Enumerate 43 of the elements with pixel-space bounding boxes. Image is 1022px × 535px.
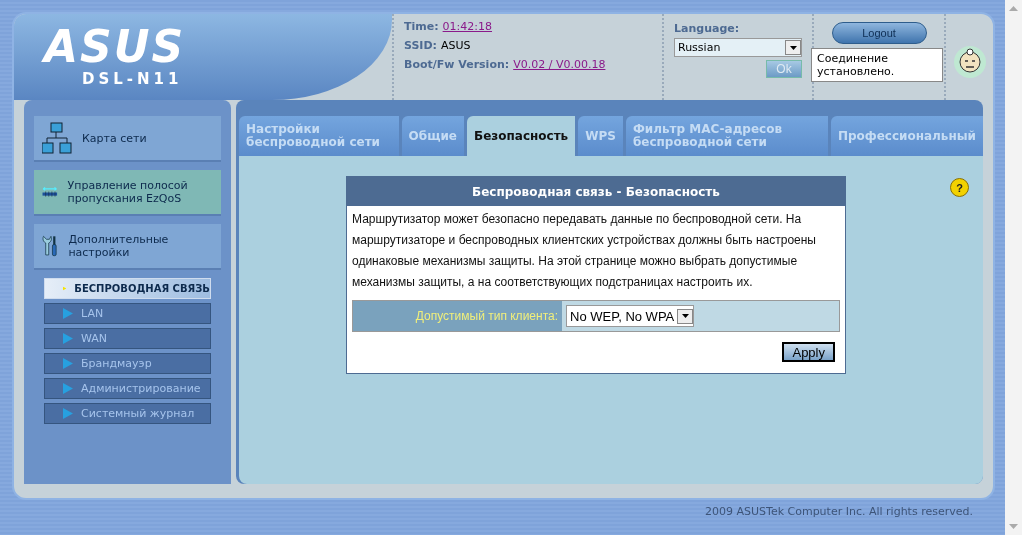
time-label: Time: [404, 20, 439, 33]
client-type-select[interactable]: No WEP, No WPA [566, 305, 695, 327]
status-bubble: Соединение установлено. [811, 48, 943, 82]
ssid-label: SSID: [404, 39, 437, 52]
submenu-item[interactable]: Системный журнал [44, 403, 211, 424]
triangle-icon [63, 333, 73, 344]
submenu-item[interactable]: WAN [44, 328, 211, 349]
tab[interactable]: Настройки беспроводной сети [239, 116, 399, 156]
copyright-text: 2009 ASUSTek Computer Inc. All rights reserved. [704, 504, 974, 520]
scroll-down-icon[interactable] [1009, 524, 1018, 529]
submenu-item[interactable]: Брандмауэр [44, 353, 211, 374]
version-link[interactable]: V0.02 / V0.00.18 [513, 58, 606, 71]
field-label: Допустимый тип клиента: [353, 301, 562, 331]
tab[interactable]: Фильтр MAC-адресов беспроводной сети [625, 116, 828, 156]
scroll-up-icon[interactable] [1009, 6, 1018, 11]
submenu-item[interactable]: LAN [44, 303, 211, 324]
network-map-icon [42, 122, 72, 154]
language-select[interactable]: Russian [674, 38, 802, 57]
panel-title: Беспроводная связь - Безопасность [347, 177, 845, 206]
submenu-item[interactable]: Администрирование [44, 378, 211, 399]
ssid-value: ASUS [441, 39, 471, 52]
triangle-icon [63, 308, 73, 319]
tab[interactable]: Профессиональный [830, 116, 983, 156]
help-icon[interactable]: ? [950, 178, 969, 197]
apply-button[interactable]: Apply [782, 342, 835, 362]
tab[interactable]: Безопасность [467, 116, 576, 156]
sidebar-item[interactable]: Карта сети [34, 116, 221, 162]
scrollbar[interactable] [1005, 0, 1022, 535]
language-label: Language: [674, 22, 741, 35]
logout-button[interactable]: Logout [831, 22, 927, 44]
triangle-icon [63, 358, 73, 369]
model-name: DSL-N11 [82, 70, 183, 88]
cartoon-face-icon [952, 45, 987, 79]
description-text: Маршрутизатор может безопасно передавать данные по беспроводной сети. На маршрутизаторе и беспроводных клиентских устройствах должны быть настроены одинаковые механизмы защиты. На этой странице можно выбрать допустимые механизмы защиты, а на соответствующих подстраницах настроить их. [351, 211, 817, 291]
sidebar-item[interactable]: Дополнительные настройки [34, 224, 221, 270]
submenu-item[interactable]: БЕСПРОВОДНАЯ СВЯЗЬ [44, 278, 211, 299]
triangle-icon [63, 408, 73, 419]
dropdown-caret-icon [785, 40, 801, 55]
dropdown-caret-icon [677, 308, 694, 324]
tab[interactable]: Общие [401, 116, 464, 156]
time-link[interactable]: 01:42:18 [442, 20, 492, 33]
triangle-icon [63, 383, 73, 394]
version-label: Boot/Fw Version: [404, 58, 510, 71]
